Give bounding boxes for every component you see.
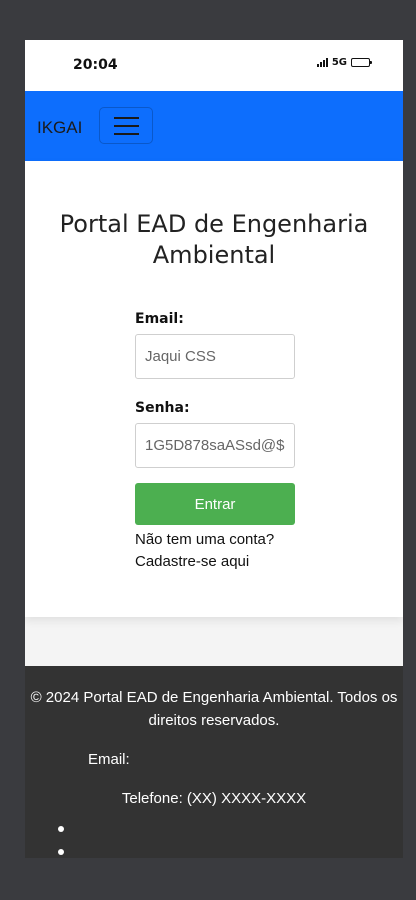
footer-copyright: © 2024 Portal EAD de Engenharia Ambienta…	[30, 689, 398, 729]
battery-icon	[351, 58, 372, 67]
menu-toggle-button[interactable]	[99, 107, 153, 144]
list-bullet[interactable]	[58, 826, 64, 832]
footer-phone: Telefone: (XX) XXXX-XXXX	[121, 790, 307, 807]
email-label: Email:	[135, 311, 184, 327]
navbar-brand[interactable]: IKGAI	[37, 118, 82, 138]
status-time: 20:04	[73, 57, 118, 73]
phone-screen: 20:04 5G IKGAI Portal EAD de Engenharia …	[25, 40, 403, 858]
hamburger-icon-line	[113, 124, 139, 127]
network-type: 5G	[331, 57, 347, 68]
login-card: Portal EAD de Engenharia Ambiental Email…	[25, 161, 403, 617]
hamburger-icon-line	[113, 132, 139, 135]
footer-social-list	[58, 826, 64, 858]
status-bar: 20:04 5G	[25, 40, 403, 91]
navbar: IKGAI	[25, 91, 403, 161]
hamburger-icon	[113, 116, 139, 119]
footer: © 2024 Portal EAD de Engenharia Ambienta…	[25, 666, 403, 858]
signup-link[interactable]: Não tem uma conta? Cadastre-se aqui	[135, 529, 325, 573]
list-bullet[interactable]	[58, 849, 64, 855]
email-field[interactable]	[135, 334, 295, 379]
signal-icon	[316, 58, 328, 67]
login-form: Email: Senha: Entrar Não tem uma conta? …	[135, 311, 295, 573]
password-field[interactable]	[135, 423, 295, 468]
password-label: Senha:	[135, 400, 190, 416]
footer-email: Email:	[88, 751, 130, 768]
status-indicators: 5G	[316, 57, 372, 68]
login-button[interactable]: Entrar	[135, 483, 295, 525]
page-title: Portal EAD de Engenharia Ambiental	[59, 210, 369, 269]
